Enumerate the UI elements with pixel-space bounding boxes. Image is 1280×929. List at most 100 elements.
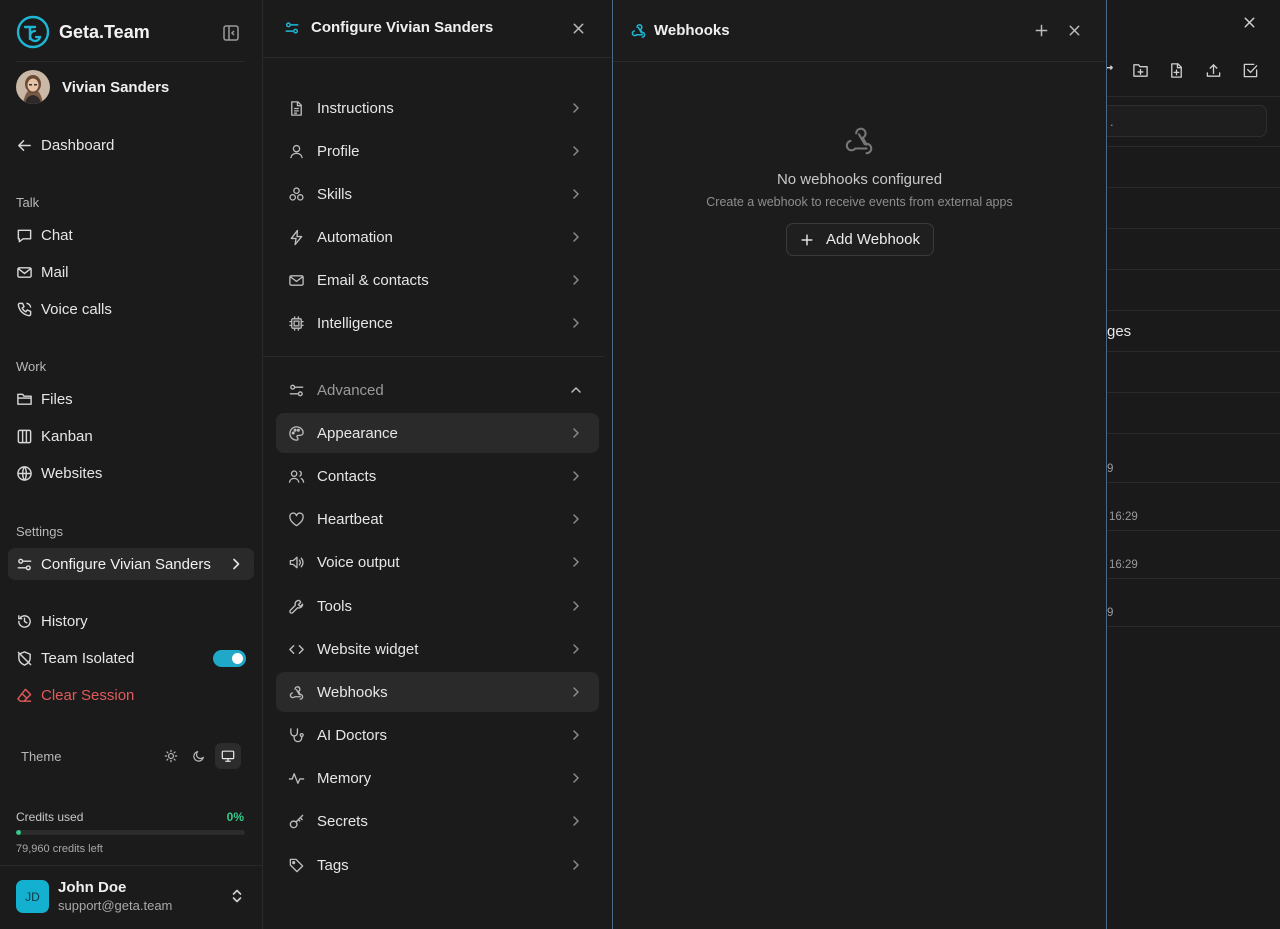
- user-name: John Doe: [58, 879, 127, 896]
- config-item-instructions[interactable]: Instructions: [276, 88, 599, 128]
- webhooks-panel-title: Webhooks: [654, 22, 730, 39]
- bolt-icon: [290, 229, 303, 245]
- chevron-right-icon: [573, 471, 579, 481]
- config-item-voice-output[interactable]: Voice output: [276, 542, 599, 582]
- config-item-label: Voice output: [317, 553, 400, 571]
- config-item-secrets[interactable]: Secrets: [276, 801, 599, 841]
- config-item-webhooks[interactable]: Webhooks: [276, 672, 599, 712]
- settings-sliders-icon: [285, 22, 299, 34]
- dashboard-link[interactable]: Dashboard: [16, 134, 114, 156]
- sidebar-item-chat[interactable]: Chat: [16, 224, 73, 246]
- tag-icon: [289, 858, 304, 872]
- folder-icon: [17, 393, 32, 405]
- search-placeholder: .: [1110, 114, 1114, 129]
- config-item-label: Instructions: [317, 99, 394, 117]
- folder-plus-icon[interactable]: [1132, 62, 1149, 79]
- webhooks-panel: Webhooks No webhooks configured Create a…: [612, 0, 1107, 929]
- sidebar-item-files[interactable]: Files: [16, 388, 73, 410]
- config-item-memory[interactable]: Memory: [276, 758, 599, 798]
- user-avatar: JD: [16, 880, 49, 913]
- team-isolated-toggle[interactable]: [213, 650, 246, 667]
- history-icon: [18, 614, 31, 628]
- divider: [1107, 482, 1280, 483]
- sidebar-item-mail[interactable]: Mail: [16, 261, 69, 283]
- geta-logo-icon: [16, 15, 50, 49]
- theme-dark-button[interactable]: [186, 743, 212, 769]
- background-page: . ges 9 16:29 16:29 9: [1107, 0, 1280, 929]
- config-item-automation[interactable]: Automation: [276, 217, 599, 257]
- advanced-section-toggle[interactable]: Advanced: [276, 370, 599, 410]
- close-icon[interactable]: [1067, 23, 1082, 38]
- chat-icon: [17, 229, 32, 242]
- config-item-skills[interactable]: Skills: [276, 174, 599, 214]
- divider: [0, 865, 263, 866]
- config-item-label: Contacts: [317, 467, 377, 485]
- clear-session-button[interactable]: Clear Session: [16, 684, 134, 706]
- sidebar-item-history[interactable]: History: [16, 610, 88, 632]
- config-item-website-widget[interactable]: Website widget: [276, 629, 599, 669]
- kanban-icon: [17, 429, 32, 443]
- sidebar-item-voice-calls[interactable]: Voice calls: [16, 298, 112, 320]
- brand[interactable]: Geta.Team: [16, 15, 150, 49]
- config-item-tags[interactable]: Tags: [276, 845, 599, 885]
- theme-system-button[interactable]: [215, 743, 241, 769]
- config-item-profile[interactable]: Profile: [276, 131, 599, 171]
- close-icon[interactable]: [1242, 15, 1257, 30]
- chevron-right-icon: [573, 428, 579, 438]
- search-input[interactable]: .: [1107, 105, 1267, 137]
- config-item-email-contacts[interactable]: Email & contacts: [276, 260, 599, 300]
- config-item-heartbeat[interactable]: Heartbeat: [276, 499, 599, 539]
- empty-state-subtitle: Create a webhook to receive events from …: [706, 195, 1013, 209]
- config-item-label: Intelligence: [317, 314, 393, 332]
- chevron-right-icon: [573, 232, 579, 242]
- divider: [1107, 530, 1280, 531]
- chevron-right-icon: [573, 730, 579, 740]
- sidebar-item-label: Mail: [41, 263, 69, 281]
- config-item-label: AI Doctors: [317, 726, 388, 744]
- sidebar-item-websites[interactable]: Websites: [16, 462, 102, 484]
- check-square-icon[interactable]: [1242, 62, 1259, 79]
- mail-icon: [17, 266, 32, 278]
- user-menu[interactable]: JD John Doe support@geta.team: [16, 879, 172, 914]
- sidebar-item-configure[interactable]: Configure Vivian Sanders: [8, 548, 254, 580]
- cpu-icon: [289, 315, 304, 331]
- plus-icon[interactable]: [1034, 23, 1049, 38]
- chevron-right-icon: [573, 318, 579, 328]
- heart-icon: [289, 511, 304, 526]
- credits-label: Credits used: [16, 810, 84, 824]
- config-item-contacts[interactable]: Contacts: [276, 456, 599, 496]
- sidebar-item-label: Kanban: [41, 427, 93, 445]
- webhook-icon: [631, 24, 646, 38]
- upload-icon[interactable]: [1205, 62, 1222, 79]
- work-section-label: Work: [16, 359, 47, 374]
- chevrons-up-down-icon[interactable]: [230, 888, 244, 904]
- toggle-knob: [232, 653, 243, 664]
- monitor-icon: [221, 750, 235, 762]
- add-webhook-button[interactable]: Add Webhook: [786, 223, 934, 256]
- config-item-appearance[interactable]: Appearance: [276, 413, 599, 453]
- sidebar-item-label: Configure Vivian Sanders: [41, 555, 211, 573]
- config-item-tools[interactable]: Tools: [276, 586, 599, 626]
- chevron-right-icon: [573, 103, 579, 113]
- users-icon: [288, 469, 305, 483]
- theme-light-button[interactable]: [158, 743, 184, 769]
- close-icon[interactable]: [571, 21, 586, 36]
- sync-icon[interactable]: [1107, 62, 1116, 79]
- divider: [1107, 146, 1280, 147]
- agent-avatar: [16, 70, 50, 104]
- collapse-sidebar-icon[interactable]: [221, 23, 241, 43]
- activity-icon: [288, 772, 305, 784]
- agent-profile[interactable]: Vivian Sanders: [16, 70, 169, 104]
- config-item-ai-doctors[interactable]: AI Doctors: [276, 715, 599, 755]
- divider: [1107, 269, 1280, 270]
- file-plus-icon[interactable]: [1168, 62, 1185, 79]
- credits-left: 79,960 credits left: [16, 843, 103, 855]
- sidebar-item-kanban[interactable]: Kanban: [16, 425, 93, 447]
- config-item-intelligence[interactable]: Intelligence: [276, 303, 599, 343]
- brand-name: Geta.Team: [59, 21, 150, 42]
- chevron-up-icon: [571, 387, 581, 393]
- config-item-label: Memory: [317, 769, 372, 787]
- empty-state-title: No webhooks configured: [776, 171, 943, 188]
- divider: [1107, 392, 1280, 393]
- user-icon: [290, 144, 303, 158]
